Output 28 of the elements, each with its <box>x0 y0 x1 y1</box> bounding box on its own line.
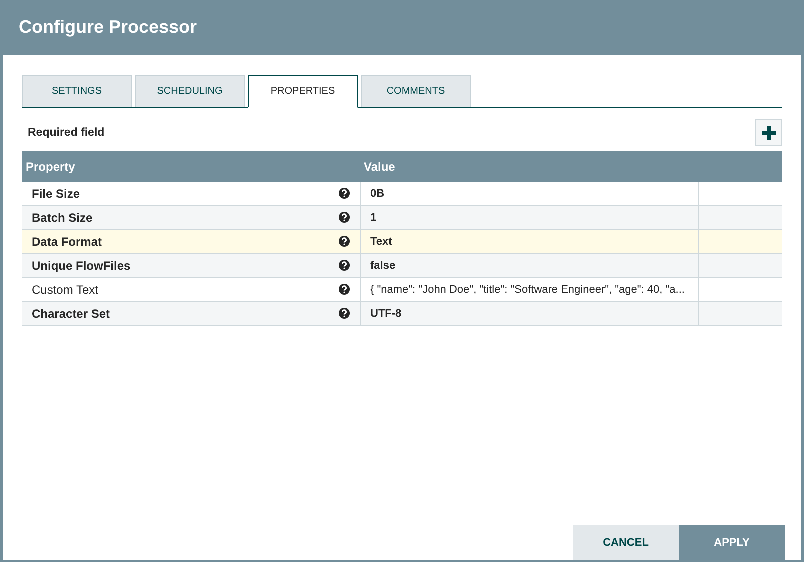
property-name: File Size <box>32 186 80 200</box>
tab[interactable]: SCHEDULING <box>135 75 245 107</box>
help-icon[interactable] <box>338 212 350 223</box>
help-icon[interactable] <box>338 260 350 271</box>
tab[interactable]: SETTINGS <box>22 75 132 107</box>
property-name: Batch Size <box>32 210 93 224</box>
help-icon[interactable] <box>338 188 350 199</box>
plus-icon <box>762 126 776 140</box>
help-icon[interactable] <box>338 284 350 295</box>
property-value[interactable]: UTF-8 <box>370 308 402 320</box>
add-property-button[interactable] <box>755 119 782 146</box>
cancel-button[interactable]: CANCEL <box>573 525 679 560</box>
property-name: Data Format <box>32 234 102 248</box>
help-icon[interactable] <box>338 236 350 247</box>
column-header: Value <box>360 151 698 182</box>
property-value[interactable]: false <box>370 260 396 272</box>
property-value[interactable]: 1 <box>370 212 377 224</box>
window-title: Configure Processor <box>19 17 198 38</box>
help-icon[interactable] <box>338 308 350 319</box>
property-name: Custom Text <box>32 282 98 296</box>
property-name: Unique FlowFiles <box>32 258 131 272</box>
property-name: Character Set <box>32 306 110 320</box>
property-value[interactable]: 0B <box>370 188 385 200</box>
tab[interactable]: COMMENTS <box>361 75 471 107</box>
tab[interactable]: PROPERTIES <box>248 75 358 108</box>
column-header: Property <box>22 151 360 182</box>
required-field-note: Required field <box>27 126 105 138</box>
property-value[interactable]: Text <box>370 236 392 248</box>
